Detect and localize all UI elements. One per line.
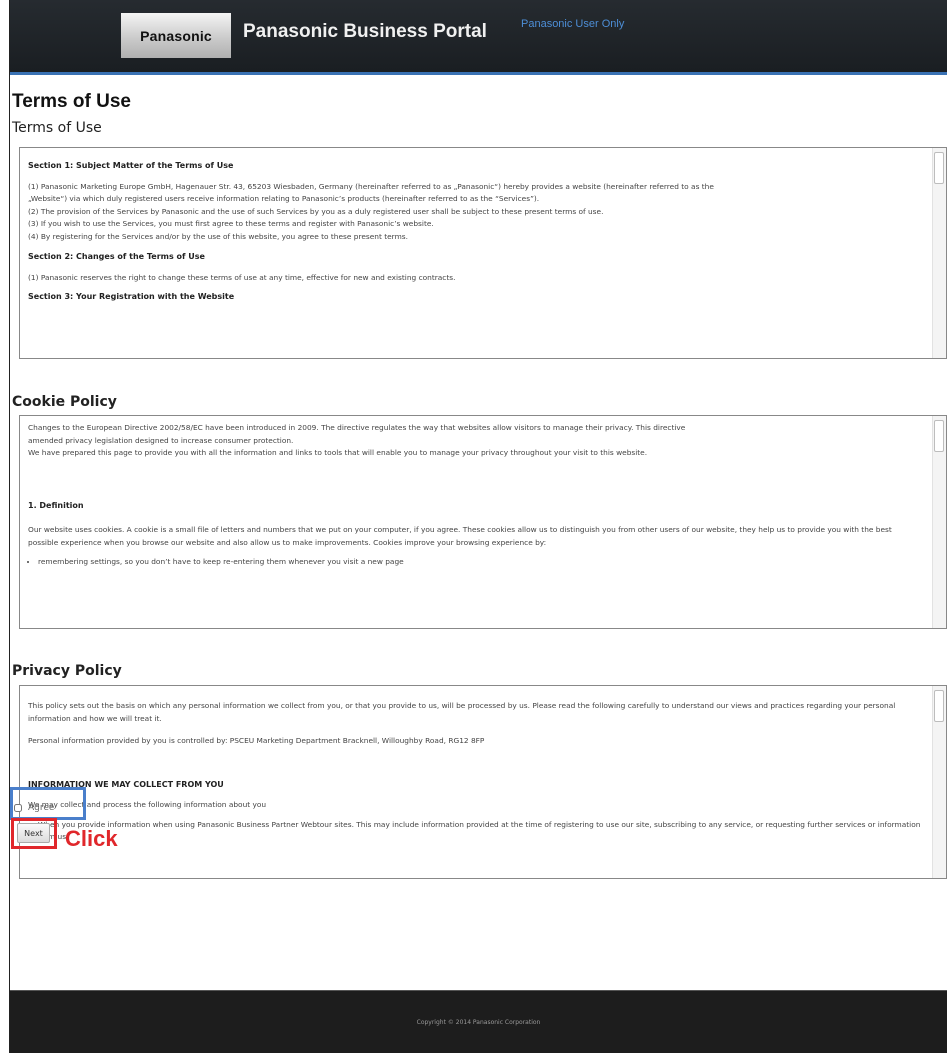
site-header: Panasonic Panasonic Business Portal Pana…: [10, 0, 947, 72]
panasonic-logo[interactable]: Panasonic: [121, 13, 231, 58]
cookie-scrollbar[interactable]: [932, 416, 946, 628]
privacy-collect-title: INFORMATION WE MAY COLLECT FROM YOU: [28, 779, 224, 789]
terms-scroll-box[interactable]: Section 1: Subject Matter of the Terms o…: [19, 147, 947, 359]
portal-title: Panasonic Business Portal: [243, 21, 487, 42]
cookie-text: We have prepared this page to provide yo…: [28, 448, 648, 457]
scrollbar-thumb[interactable]: [934, 420, 944, 452]
terms-text: (3) If you wish to use the Services, you…: [28, 219, 434, 228]
page-title: Terms of Use: [12, 91, 131, 112]
privacy-list: When you provide information when using …: [28, 819, 924, 844]
terms-section3-title: Section 3: Your Registration with the We…: [28, 292, 235, 301]
terms-section1-title: Section 1: Subject Matter of the Terms o…: [28, 161, 234, 170]
terms-text: (4) By registering for the Services and/…: [28, 231, 408, 241]
list-item: When you provide information when using …: [38, 819, 924, 844]
logo-text: Panasonic: [140, 27, 212, 44]
cookie-definition-title: 1. Definition: [28, 500, 84, 510]
privacy-text: This policy sets out the basis on which …: [28, 701, 896, 723]
cookie-list: remembering settings, so you don’t have …: [28, 556, 924, 569]
cookie-scroll-box[interactable]: Changes to the European Directive 2002/5…: [19, 415, 947, 629]
cookie-heading: Cookie Policy: [12, 394, 117, 410]
terms-text: (2) The provision of the Services by Pan…: [28, 206, 604, 216]
terms-text: „Website“) via which duly registered use…: [28, 194, 540, 203]
cookie-text: Changes to the European Directive 2002/5…: [28, 423, 686, 432]
terms-heading: Terms of Use: [12, 120, 102, 136]
agree-highlight-box: [10, 787, 86, 820]
portal-subtitle: Panasonic User Only: [521, 18, 625, 30]
terms-text: (1) Panasonic reserves the right to chan…: [28, 272, 456, 282]
terms-text: (1) Panasonic Marketing Europe GmbH, Hag…: [28, 181, 714, 191]
click-annotation: Click: [65, 826, 118, 851]
header-accent-line: [10, 72, 947, 75]
terms-scrollbar[interactable]: [932, 148, 946, 358]
cookie-text: Our website uses cookies. A cookie is a …: [28, 525, 892, 547]
copyright-text: Copyright © 2014 Panasonic Corporation: [416, 1019, 541, 1026]
privacy-scroll-box[interactable]: This policy sets out the basis on which …: [19, 685, 947, 879]
list-item: remembering settings, so you don’t have …: [38, 556, 924, 569]
cookie-text: amended privacy legislation designed to …: [28, 435, 294, 445]
privacy-scrollbar[interactable]: [932, 686, 946, 878]
privacy-content: This policy sets out the basis on which …: [20, 686, 932, 878]
scrollbar-thumb[interactable]: [934, 690, 944, 722]
terms-content: Section 1: Subject Matter of the Terms o…: [20, 148, 932, 358]
scrollbar-thumb[interactable]: [934, 152, 944, 184]
next-highlight-box: [11, 818, 57, 849]
page-left-border: [9, 0, 10, 1053]
privacy-text: Personal information provided by you is …: [28, 736, 485, 745]
site-footer: Copyright © 2014 Panasonic Corporation: [10, 991, 947, 1053]
terms-section2-title: Section 2: Changes of the Terms of Use: [28, 252, 205, 261]
cookie-content: Changes to the European Directive 2002/5…: [20, 416, 932, 628]
privacy-heading: Privacy Policy: [12, 663, 122, 679]
privacy-text: We may collect and process the following…: [28, 800, 267, 809]
